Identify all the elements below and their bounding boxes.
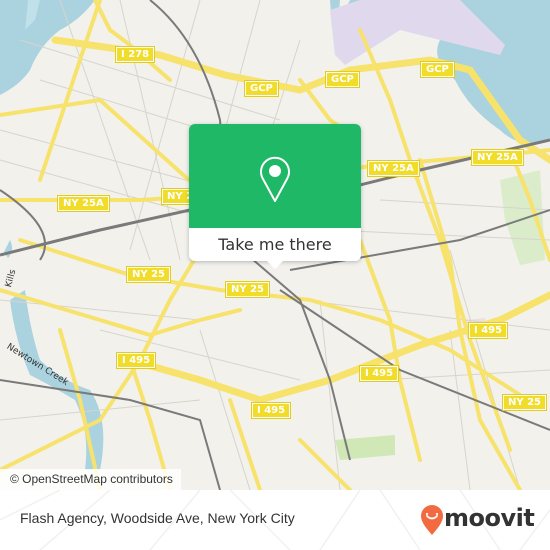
map-attribution[interactable]: © OpenStreetMap contributors xyxy=(0,469,181,490)
route-shield-i278: I 278 xyxy=(114,46,156,63)
map[interactable]: I 278 GCP GCP GCP NY 25A NY 25A NY 25A N… xyxy=(0,0,550,490)
route-shield-ny25a: NY 25A xyxy=(57,195,110,212)
route-shield-ny25: NY 25 xyxy=(224,281,271,298)
place-name: Flash Agency, Woodside Ave, New York Cit… xyxy=(20,510,295,526)
take-me-there-button[interactable]: Take me there xyxy=(189,228,361,261)
route-shield-i495: I 495 xyxy=(115,352,157,369)
popup-header[interactable] xyxy=(189,124,361,228)
water-east-river xyxy=(0,0,95,95)
route-shield-i495: I 495 xyxy=(250,402,292,419)
moovit-pin-icon xyxy=(421,505,443,535)
route-shield-ny25: NY 25 xyxy=(125,266,172,283)
route-shield-ny25a: NY 25A xyxy=(471,149,524,166)
route-shield-i495: I 495 xyxy=(467,322,509,339)
destination-popup[interactable]: Take me there xyxy=(189,124,361,269)
route-shield-gcp: GCP xyxy=(325,71,360,88)
moovit-wordmark: moovit xyxy=(444,504,535,532)
route-shield-ny25a: NY 25A xyxy=(367,160,420,177)
footer: Flash Agency, Woodside Ave, New York Cit… xyxy=(0,490,550,550)
popup-pointer xyxy=(267,261,283,269)
route-shield-gcp: GCP xyxy=(420,61,455,78)
route-shield-i495: I 495 xyxy=(358,365,400,382)
route-shield-ny25: NY 25 xyxy=(501,394,548,411)
route-shield-gcp: GCP xyxy=(244,80,279,97)
